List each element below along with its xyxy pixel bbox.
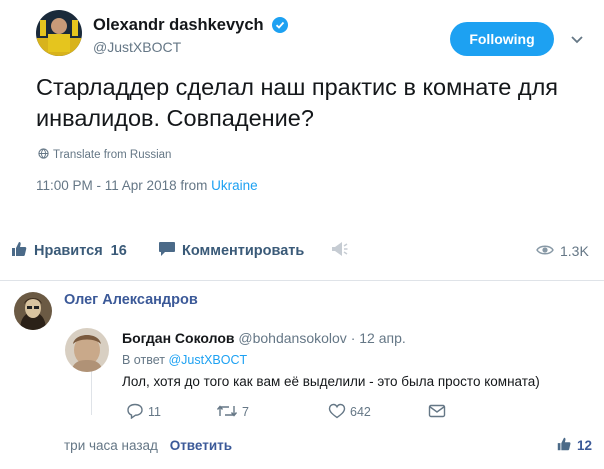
quoted-separator: ·	[350, 330, 356, 346]
author-handle[interactable]: @JustXBOCT	[93, 39, 181, 55]
tweet-place-link[interactable]: Ukraine	[211, 178, 258, 193]
tweet-timestamp: 11:00 PM - 11 Apr 2018 from Ukraine	[36, 178, 258, 193]
views-counter: 1.3K	[536, 236, 589, 266]
dm-icon	[428, 404, 450, 421]
eye-icon	[536, 243, 560, 259]
tweet-header: Olexandr dashkevych @JustXBOCT Following	[36, 6, 596, 66]
quoted-author: Богдан Соколов @bohdansokolov · 12 апр.	[122, 330, 406, 346]
following-button[interactable]: Following	[450, 22, 554, 56]
thumbs-up-icon	[10, 240, 34, 262]
comment: Олег Александров Богдан Соколов @bohdans…	[0, 282, 604, 469]
author-name[interactable]: Olexandr dashkevych	[93, 16, 289, 38]
comment-likes[interactable]: 12	[556, 436, 592, 455]
quoted-dm-button[interactable]	[428, 402, 450, 422]
tweet-text: Старладдер сделал наш практис в комнате …	[36, 74, 559, 131]
quoted-avatar[interactable]	[65, 328, 109, 372]
retweet-icon	[216, 403, 242, 422]
quoted-date[interactable]: 12 апр.	[359, 330, 406, 346]
caret-down-icon[interactable]	[570, 32, 584, 50]
reply-icon	[126, 403, 148, 422]
views-count: 1.3K	[560, 243, 589, 259]
reply-to-prefix: В ответ	[122, 353, 169, 367]
like-count: 16	[110, 243, 127, 259]
quoted-author-name[interactable]: Богдан Соколов	[122, 330, 235, 346]
globe-icon	[38, 148, 53, 162]
quoted-like-count: 642	[350, 405, 371, 419]
quoted-like-button[interactable]: 642	[328, 402, 371, 422]
thumbs-up-icon	[556, 436, 577, 455]
reply-to-handle[interactable]: @JustXBOCT	[168, 353, 247, 367]
quoted-retweet-button[interactable]: 7	[216, 402, 249, 422]
reply-to: В ответ @JustXBOCT	[122, 353, 247, 367]
quoted-actions: 11 7 642	[122, 402, 452, 422]
actions-bar: Нравится 16 Комментировать 1.3K	[0, 236, 604, 266]
comment-like-count: 12	[577, 438, 593, 453]
section-divider	[0, 280, 604, 281]
quoted-reply-count: 11	[148, 405, 161, 419]
share-icon	[330, 241, 354, 261]
author-name-text[interactable]: Olexandr dashkevych	[93, 16, 264, 34]
like-button[interactable]: Нравится 16	[10, 236, 127, 266]
quoted-author-handle[interactable]: @bohdansokolov	[238, 330, 346, 346]
like-label: Нравится	[34, 243, 103, 259]
translate-link[interactable]: Translate from Russian	[38, 148, 171, 162]
verified-icon	[272, 17, 289, 38]
comment-icon	[158, 241, 182, 261]
translate-label[interactable]: Translate from Russian	[53, 149, 171, 161]
share-button[interactable]	[330, 236, 354, 266]
quoted-reply-button[interactable]: 11	[126, 402, 161, 422]
quoted-text: Лол, хотя до того как вам её выделили - …	[122, 374, 540, 389]
heart-icon	[328, 403, 350, 422]
comment-time[interactable]: три часа назад	[64, 438, 158, 453]
commenter-avatar[interactable]	[14, 292, 52, 330]
tweet-time-text: 11:00 PM - 11 Apr 2018 from	[36, 178, 212, 193]
commenter-name[interactable]: Олег Александров	[64, 292, 198, 308]
author-avatar[interactable]	[36, 10, 82, 56]
comment-footer: три часа назад Ответить	[64, 438, 232, 453]
comment-label: Комментировать	[182, 243, 305, 259]
quoted-retweet-count: 7	[242, 405, 249, 419]
comment-button[interactable]: Комментировать	[158, 236, 304, 266]
comment-reply-link[interactable]: Ответить	[170, 438, 232, 453]
